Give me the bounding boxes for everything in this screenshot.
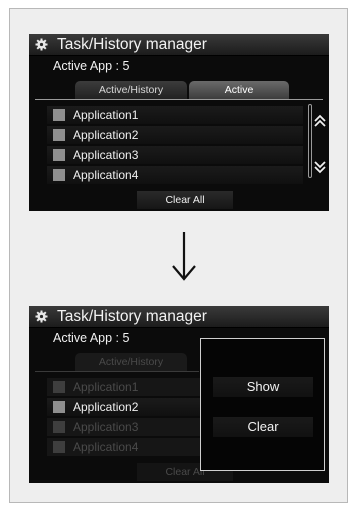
application-label: Application3 (73, 420, 139, 434)
application-label: Application1 (73, 108, 139, 122)
tab-active-history[interactable]: Active/History (75, 353, 187, 372)
page-title: Task/History manager (57, 36, 207, 53)
checkbox[interactable] (53, 381, 65, 393)
application-label: Application4 (73, 168, 139, 182)
show-button[interactable]: Show (213, 377, 313, 397)
list-item[interactable]: Application3 (47, 146, 303, 164)
application-list: Application1 Application2 Application3 A… (47, 106, 303, 186)
title-bar: Task/History manager (29, 34, 329, 56)
checkbox[interactable] (53, 401, 65, 413)
list-item[interactable]: Application1 (47, 106, 303, 124)
double-chevron-down-icon[interactable] (313, 160, 327, 174)
list-item[interactable]: Application2 (47, 126, 303, 144)
arrow-down-icon (172, 232, 196, 281)
scrollbar[interactable] (308, 104, 312, 178)
title-bar: Task/History manager (29, 306, 329, 328)
tab-divider (35, 371, 199, 372)
application-label: Application4 (73, 440, 139, 454)
active-app-count: Active App : 5 (53, 331, 130, 345)
application-label: Application1 (73, 380, 139, 394)
tab-bar: Active/History Active (29, 78, 329, 100)
tab-divider (35, 99, 323, 100)
checkbox[interactable] (53, 109, 65, 121)
application-label: Application3 (73, 148, 139, 162)
screen-before: Task/History manager Active App : 5 Acti… (29, 34, 329, 211)
page-title: Task/History manager (57, 308, 207, 325)
tab-active[interactable]: Active (189, 81, 289, 100)
clear-all-button[interactable]: Clear All (137, 191, 233, 209)
checkbox[interactable] (53, 149, 65, 161)
context-popup: Show Clear (200, 338, 325, 471)
application-label: Application2 (73, 400, 139, 414)
double-chevron-up-icon[interactable] (313, 114, 327, 128)
checkbox[interactable] (53, 421, 65, 433)
clear-button[interactable]: Clear (213, 417, 313, 437)
tab-active-history[interactable]: Active/History (75, 81, 187, 100)
checkbox[interactable] (53, 169, 65, 181)
screen-after: Task/History manager Active App : 5 Acti… (29, 306, 329, 483)
checkbox[interactable] (53, 441, 65, 453)
active-app-count: Active App : 5 (53, 59, 130, 73)
checkbox[interactable] (53, 129, 65, 141)
gear-icon (35, 310, 48, 323)
list-item[interactable]: Application4 (47, 166, 303, 184)
gear-icon (35, 38, 48, 51)
application-label: Application2 (73, 128, 139, 142)
